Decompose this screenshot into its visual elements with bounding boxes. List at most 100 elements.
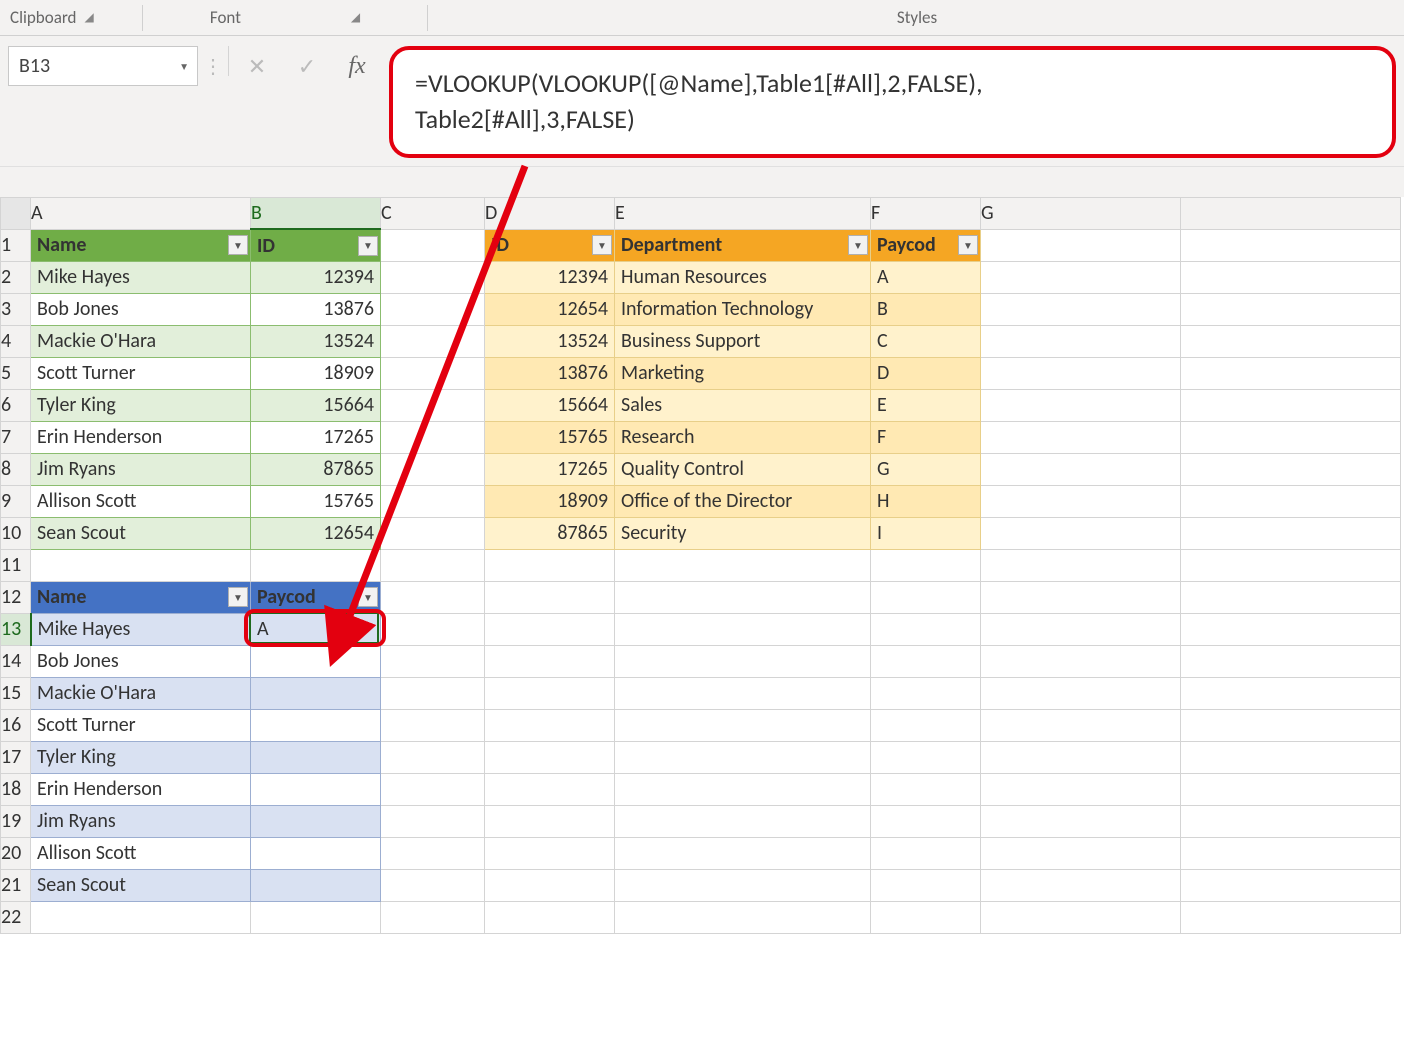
cell[interactable] xyxy=(251,741,381,773)
cell[interactable]: Mackie O'Hara xyxy=(31,325,251,357)
cell[interactable] xyxy=(1181,837,1401,869)
cell[interactable]: 18909 xyxy=(485,485,615,517)
cell[interactable]: Research xyxy=(615,421,871,453)
cell[interactable] xyxy=(485,645,615,677)
cell[interactable] xyxy=(1181,325,1401,357)
cell[interactable] xyxy=(381,229,485,261)
cell[interactable] xyxy=(381,261,485,293)
cell[interactable]: Erin Henderson xyxy=(31,421,251,453)
filter-button[interactable]: ▼ xyxy=(848,235,868,255)
filter-button[interactable]: ▼ xyxy=(228,587,248,607)
cell[interactable] xyxy=(381,645,485,677)
cell[interactable] xyxy=(981,325,1181,357)
row-header[interactable]: 17 xyxy=(1,741,31,773)
cell[interactable] xyxy=(1181,517,1401,549)
cell[interactable] xyxy=(981,421,1181,453)
cell[interactable] xyxy=(31,901,251,933)
cell[interactable]: Bob Jones xyxy=(31,645,251,677)
filter-button[interactable]: ▼ xyxy=(958,235,978,255)
cell[interactable]: Office of the Director xyxy=(615,485,871,517)
cell[interactable] xyxy=(1181,293,1401,325)
row-header[interactable]: 4 xyxy=(1,325,31,357)
cell[interactable] xyxy=(485,581,615,613)
cell[interactable] xyxy=(981,357,1181,389)
cell[interactable]: Quality Control xyxy=(615,453,871,485)
cell[interactable]: ▼Paycod xyxy=(871,229,981,261)
filter-button[interactable]: ▼ xyxy=(358,236,378,256)
cell[interactable] xyxy=(981,645,1181,677)
cell[interactable]: I xyxy=(871,517,981,549)
filter-button[interactable]: ▼ xyxy=(228,235,248,255)
column-header[interactable]: B xyxy=(251,197,381,229)
cell[interactable] xyxy=(871,581,981,613)
cell[interactable] xyxy=(981,805,1181,837)
cell[interactable] xyxy=(485,709,615,741)
cell[interactable] xyxy=(981,773,1181,805)
cell[interactable] xyxy=(381,901,485,933)
cell[interactable] xyxy=(381,677,485,709)
row-header[interactable]: 11 xyxy=(1,549,31,581)
cell[interactable] xyxy=(981,293,1181,325)
select-all-corner[interactable] xyxy=(1,197,31,229)
cell[interactable] xyxy=(381,837,485,869)
cell[interactable] xyxy=(1181,389,1401,421)
cell[interactable] xyxy=(981,389,1181,421)
cell[interactable]: 13876 xyxy=(251,293,381,325)
cell[interactable] xyxy=(1181,581,1401,613)
cell[interactable] xyxy=(871,741,981,773)
cell[interactable] xyxy=(1181,485,1401,517)
cell[interactable] xyxy=(981,485,1181,517)
cell[interactable]: Tyler King xyxy=(31,389,251,421)
row-header[interactable]: 21 xyxy=(1,869,31,901)
cell[interactable] xyxy=(615,709,871,741)
cell[interactable] xyxy=(485,741,615,773)
cell[interactable]: 12654 xyxy=(251,517,381,549)
cell[interactable] xyxy=(1181,229,1401,261)
cell[interactable]: Sales xyxy=(615,389,871,421)
row-header[interactable]: 12 xyxy=(1,581,31,613)
cell[interactable] xyxy=(381,293,485,325)
cell[interactable] xyxy=(381,869,485,901)
cell[interactable] xyxy=(615,581,871,613)
name-box[interactable]: B13 ▼ xyxy=(8,46,198,86)
row-header[interactable]: 7 xyxy=(1,421,31,453)
cell[interactable] xyxy=(981,261,1181,293)
cell[interactable]: Bob Jones xyxy=(31,293,251,325)
cell[interactable] xyxy=(615,645,871,677)
cell[interactable] xyxy=(615,613,871,645)
filter-button[interactable]: ▼ xyxy=(358,587,378,607)
cell[interactable] xyxy=(31,549,251,581)
row-header[interactable]: 6 xyxy=(1,389,31,421)
row-header[interactable]: 18 xyxy=(1,773,31,805)
row-header[interactable]: 20 xyxy=(1,837,31,869)
cell[interactable] xyxy=(871,709,981,741)
cell[interactable]: Marketing xyxy=(615,357,871,389)
cell[interactable] xyxy=(251,869,381,901)
cell[interactable]: Allison Scott xyxy=(31,485,251,517)
cell[interactable] xyxy=(251,549,381,581)
column-header[interactable]: D xyxy=(485,197,615,229)
column-header[interactable]: A xyxy=(31,197,251,229)
cell[interactable] xyxy=(871,805,981,837)
cell[interactable] xyxy=(1181,613,1401,645)
cell[interactable] xyxy=(381,453,485,485)
cell[interactable] xyxy=(381,325,485,357)
cell[interactable] xyxy=(251,805,381,837)
cell[interactable]: ▼ID xyxy=(251,229,381,261)
cell[interactable] xyxy=(871,645,981,677)
cell[interactable]: Tyler King xyxy=(31,741,251,773)
spreadsheet-grid[interactable]: ABCDEFG1▼Name▼ID▼ID▼Department▼Paycod2Mi… xyxy=(0,197,1404,934)
cell[interactable] xyxy=(981,549,1181,581)
cell[interactable]: 15765 xyxy=(485,421,615,453)
row-header[interactable]: 3 xyxy=(1,293,31,325)
cell[interactable]: 17265 xyxy=(251,421,381,453)
row-header[interactable]: 2 xyxy=(1,261,31,293)
cell[interactable]: 13524 xyxy=(251,325,381,357)
cancel-formula-button[interactable]: ✕ xyxy=(235,46,279,86)
cell[interactable] xyxy=(485,677,615,709)
cell[interactable] xyxy=(615,741,871,773)
cell[interactable] xyxy=(251,677,381,709)
cell[interactable] xyxy=(381,389,485,421)
cell[interactable]: Information Technology xyxy=(615,293,871,325)
cell[interactable] xyxy=(615,677,871,709)
